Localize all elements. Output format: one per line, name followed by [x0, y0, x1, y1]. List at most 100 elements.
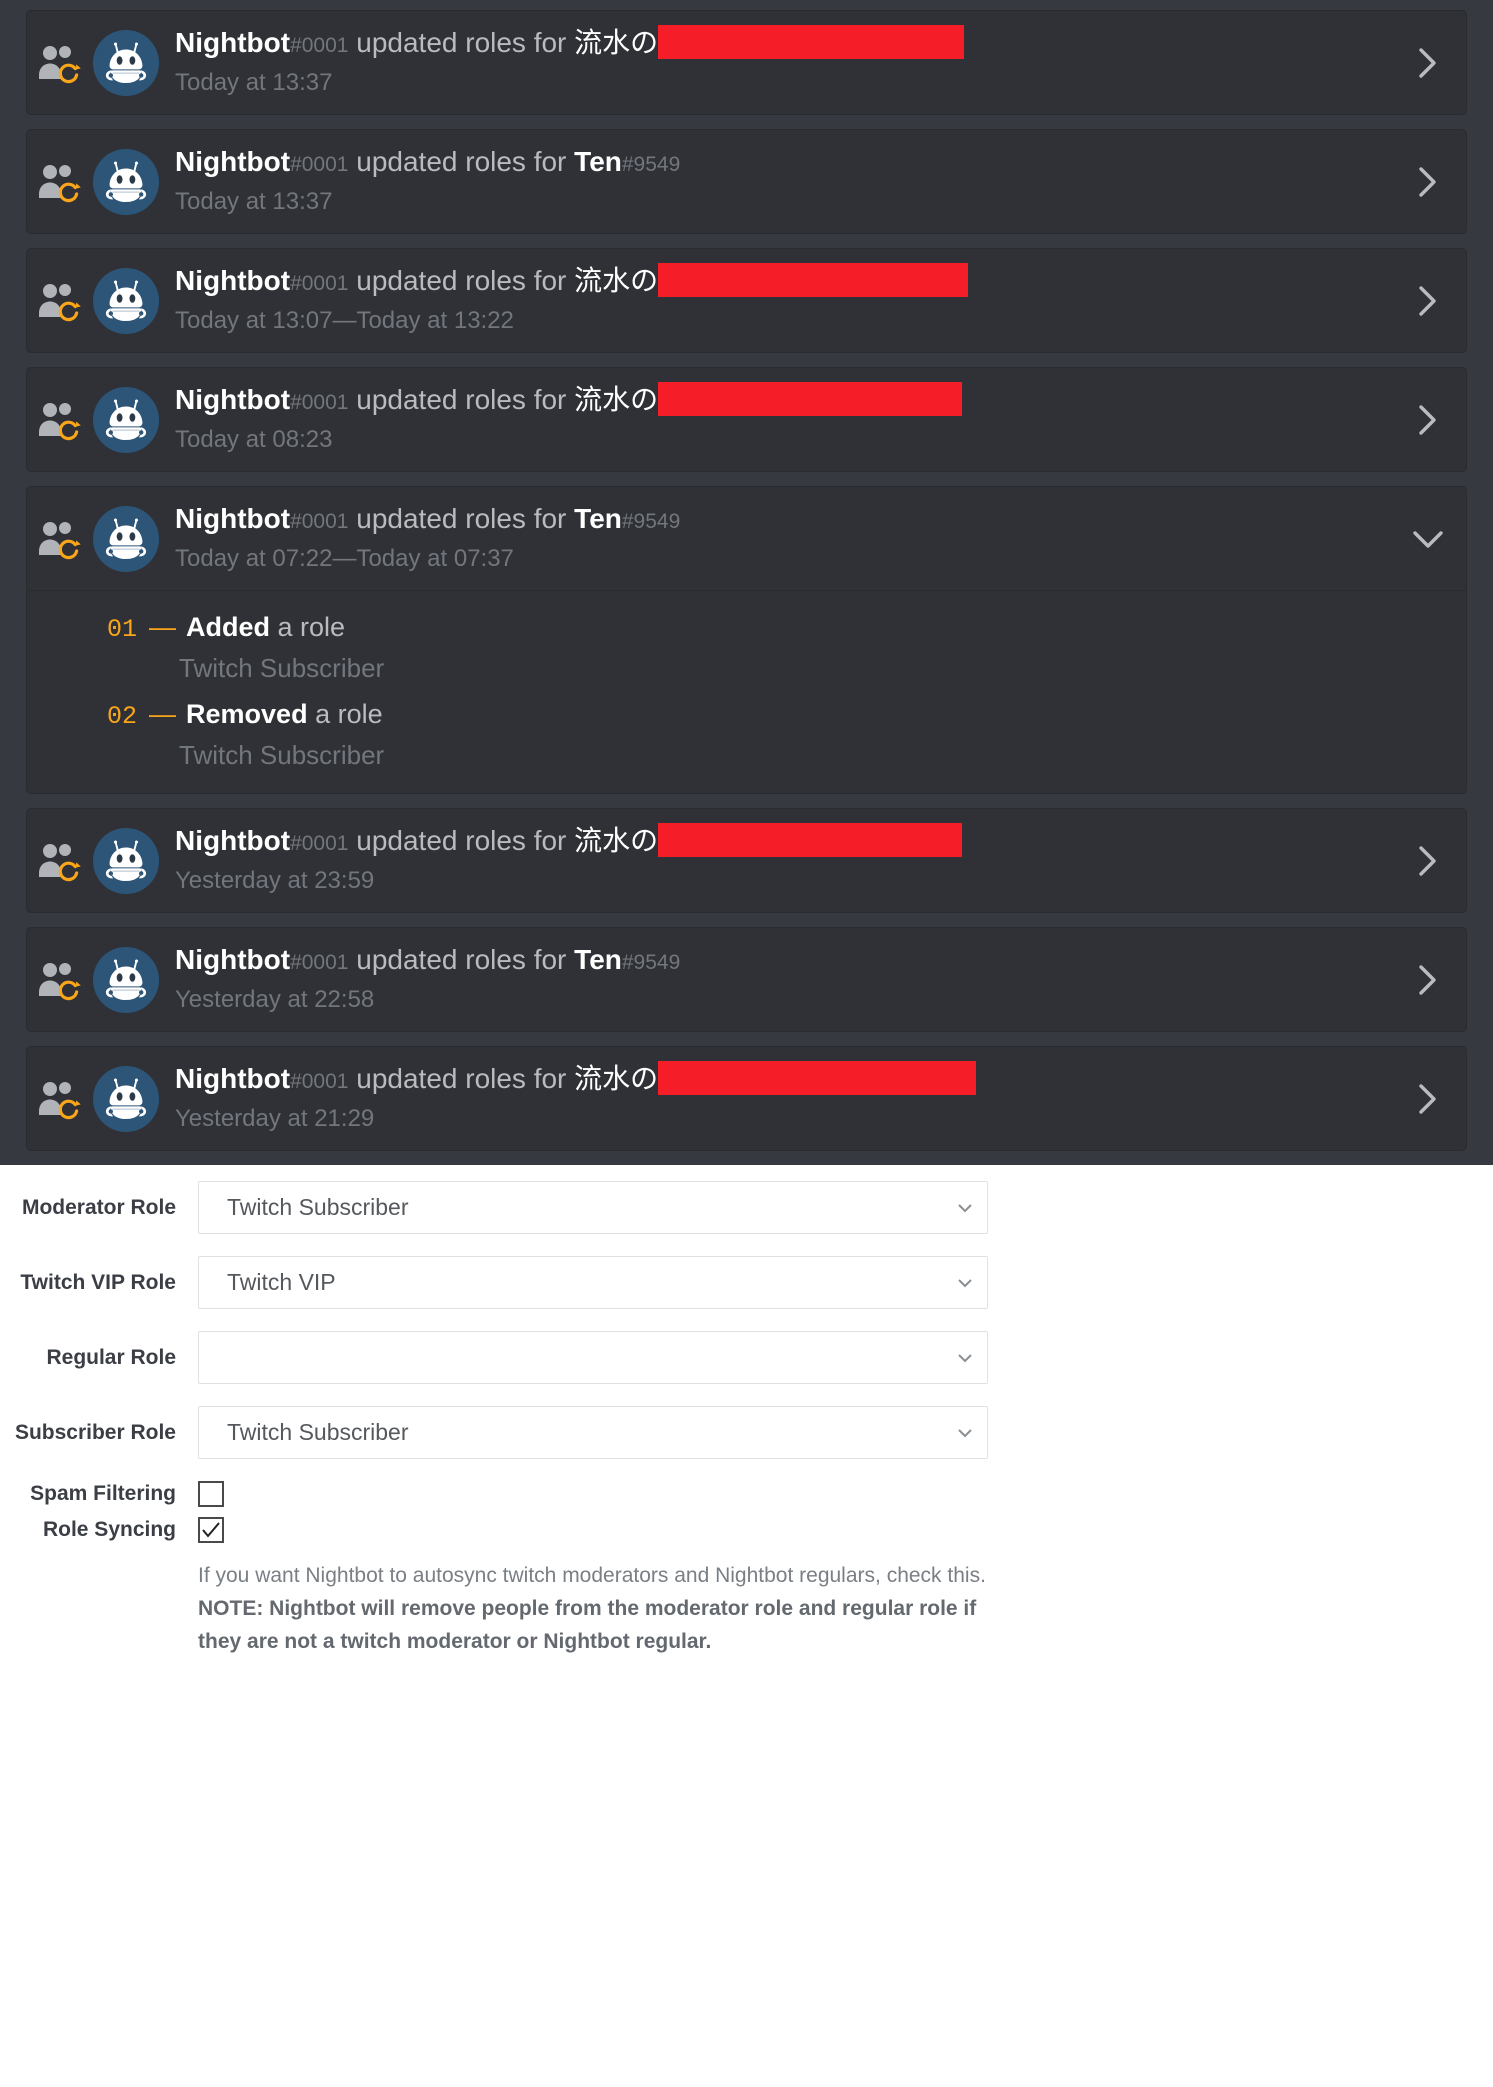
- audit-entry-timestamp: Today at 07:22—Today at 07:37: [175, 545, 514, 572]
- audit-entry-timestamp: Yesterday at 21:29: [175, 1105, 375, 1132]
- nightbot-avatar: [93, 267, 159, 334]
- role-syncing-control: [198, 1517, 1493, 1543]
- audit-log-entry[interactable]: Nightbot#0001 updated roles for 流水の Today…: [26, 367, 1467, 472]
- actor-name: Nightbot: [175, 265, 291, 296]
- audit-entry-header[interactable]: Nightbot#0001 updated roles for 流水の Today…: [27, 249, 1466, 352]
- audit-log-entry[interactable]: Nightbot#0001 updated roles for 流水の Yeste…: [26, 1046, 1467, 1151]
- actor-discriminator: #0001: [290, 832, 349, 855]
- spam-filtering-checkbox[interactable]: [198, 1481, 224, 1507]
- nightbot-avatar: [93, 148, 159, 215]
- form-control: Twitch VIP: [198, 1256, 1493, 1309]
- actor-discriminator: #0001: [290, 951, 349, 974]
- chevron-right-icon[interactable]: [1408, 1079, 1448, 1119]
- chevron-down-icon[interactable]: [1408, 519, 1448, 559]
- twitch-vip-role-select[interactable]: Twitch VIP: [198, 1256, 988, 1309]
- action-text: updated roles for: [348, 265, 575, 296]
- form-row: Subscriber Role Twitch Subscriber: [0, 1406, 1493, 1459]
- actor-discriminator: #0001: [290, 34, 349, 57]
- form-label: Regular Role: [46, 1345, 176, 1369]
- audit-log-entry[interactable]: Nightbot#0001 updated roles for Ten#9549…: [26, 129, 1467, 234]
- audit-entry-header[interactable]: Nightbot#0001 updated roles for 流水の Yeste…: [27, 809, 1466, 912]
- audit-entry-header[interactable]: Nightbot#0001 updated roles for 流水の Today…: [27, 368, 1466, 471]
- audit-log-entry[interactable]: Nightbot#0001 updated roles for 流水の Today…: [26, 248, 1467, 353]
- actor-discriminator: #0001: [290, 272, 349, 295]
- nightbot-avatar: [93, 505, 159, 572]
- change-verb: Removed: [186, 699, 308, 729]
- change-suffix: a role: [270, 612, 346, 642]
- audit-entry-header[interactable]: Nightbot#0001 updated roles for Ten#9549…: [27, 928, 1466, 1031]
- role-syncing-help-text: If you want Nightbot to autosync twitch …: [198, 1553, 998, 1658]
- role-syncing-checkbox[interactable]: [198, 1517, 224, 1543]
- actor-name: Nightbot: [175, 384, 291, 415]
- spam-filtering-control: [198, 1481, 1493, 1507]
- redaction-bar: [658, 1060, 977, 1095]
- action-text: updated roles for: [348, 503, 575, 534]
- audit-entry-timestamp: Yesterday at 23:59: [175, 867, 375, 894]
- select-value: Twitch Subscriber: [227, 1194, 409, 1220]
- spam-filtering-label: Spam Filtering: [30, 1482, 176, 1505]
- audit-log-entry[interactable]: Nightbot#0001 updated roles for 流水の Yeste…: [26, 808, 1467, 913]
- target-name: Ten: [574, 146, 622, 177]
- actor-discriminator: #0001: [290, 1070, 349, 1093]
- action-text: updated roles for: [348, 1063, 575, 1094]
- change-dash: —: [149, 699, 177, 729]
- audit-entry-header[interactable]: Nightbot#0001 updated roles for Ten#9549…: [27, 130, 1466, 233]
- form-row: Twitch VIP Role Twitch VIP: [0, 1256, 1493, 1309]
- target-discriminator: #9549: [621, 510, 681, 533]
- audit-entry-header[interactable]: Nightbot#0001 updated roles for 流水の Today…: [27, 11, 1466, 114]
- regular-role-select[interactable]: [198, 1331, 988, 1384]
- change-index: 02: [107, 702, 138, 731]
- audit-entry-description: Nightbot#0001 updated roles for Ten#9549: [175, 144, 1394, 183]
- action-text: updated roles for: [348, 944, 575, 975]
- audit-entry-timestamp: Today at 13:07—Today at 13:22: [175, 307, 514, 334]
- form-control: Twitch Subscriber: [198, 1406, 1493, 1459]
- chevron-right-icon[interactable]: [1408, 960, 1448, 1000]
- action-text: updated roles for: [348, 384, 575, 415]
- chevron-right-icon[interactable]: [1408, 841, 1448, 881]
- role-syncing-label: Role Syncing: [42, 1518, 176, 1541]
- audit-entry-description: Nightbot#0001 updated roles for 流水の: [175, 381, 1394, 421]
- audit-log-entry[interactable]: Nightbot#0001 updated roles for Ten#9549…: [26, 927, 1467, 1032]
- target-name: 流水の: [574, 265, 659, 296]
- select-value: Twitch Subscriber: [227, 1419, 409, 1445]
- audit-entry-header[interactable]: Nightbot#0001 updated roles for Ten#9549…: [27, 487, 1466, 590]
- audit-entry-description: Nightbot#0001 updated roles for 流水の: [175, 1060, 1394, 1100]
- chevron-right-icon[interactable]: [1408, 400, 1448, 440]
- form-label: Moderator Role: [21, 1195, 176, 1219]
- change-dash: —: [149, 612, 177, 642]
- target-name: 流水の: [574, 825, 659, 856]
- change-value: Twitch Subscriber: [179, 740, 385, 770]
- chevron-down-icon: [957, 1203, 973, 1213]
- form-label: Subscriber Role: [14, 1420, 176, 1444]
- audit-entry-description: Nightbot#0001 updated roles for 流水の: [175, 822, 1394, 862]
- chevron-down-icon: [957, 1278, 973, 1288]
- audit-log-entry[interactable]: Nightbot#0001 updated roles for 流水の Today…: [26, 10, 1467, 115]
- actor-name: Nightbot: [175, 146, 291, 177]
- audit-log-entry[interactable]: Nightbot#0001 updated roles for Ten#9549…: [26, 486, 1467, 794]
- audit-entry-text: Nightbot#0001 updated roles for Ten#9549…: [175, 144, 1394, 219]
- audit-entry-header[interactable]: Nightbot#0001 updated roles for 流水の Yeste…: [27, 1047, 1466, 1150]
- moderator-role-select[interactable]: Twitch Subscriber: [198, 1181, 988, 1234]
- form-control: Twitch Subscriber: [198, 1181, 1493, 1234]
- audit-change-main: 01 — Added a role: [107, 607, 1448, 650]
- action-text: updated roles for: [348, 825, 575, 856]
- audit-entry-timestamp: Today at 13:37: [175, 188, 333, 215]
- role-syncing-row: Role Syncing: [0, 1517, 1493, 1543]
- audit-entry-description: Nightbot#0001 updated roles for Ten#9549: [175, 501, 1394, 540]
- redaction-bar: [658, 24, 965, 59]
- audit-entry-text: Nightbot#0001 updated roles for 流水の Today…: [175, 24, 1394, 100]
- actor-name: Nightbot: [175, 503, 291, 534]
- audit-change-row: 02 — Removed a role Twitch Subscriber: [107, 694, 1448, 773]
- members-update-icon: [35, 513, 87, 565]
- chevron-right-icon[interactable]: [1408, 281, 1448, 321]
- audit-entry-text: Nightbot#0001 updated roles for 流水の Today…: [175, 381, 1394, 457]
- chevron-down-icon: [957, 1428, 973, 1438]
- members-update-icon: [35, 835, 87, 887]
- subscriber-role-select[interactable]: Twitch Subscriber: [198, 1406, 988, 1459]
- chevron-right-icon[interactable]: [1408, 162, 1448, 202]
- redaction-bar: [658, 822, 963, 857]
- actor-discriminator: #0001: [290, 510, 349, 533]
- actor-name: Nightbot: [175, 27, 291, 58]
- chevron-right-icon[interactable]: [1408, 43, 1448, 83]
- target-name: Ten: [574, 944, 622, 975]
